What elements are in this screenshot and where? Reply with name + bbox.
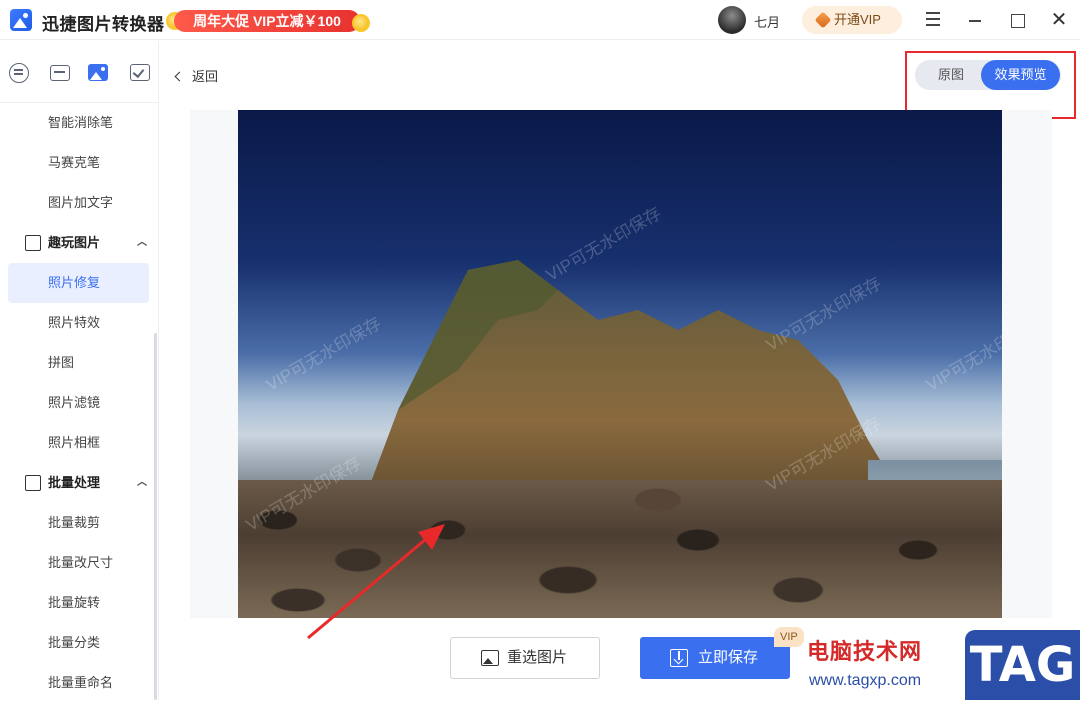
back-label: 返回 [192,69,219,84]
batch-check-icon [25,475,41,491]
app-logo-icon [10,9,32,31]
sidebar-group-batch[interactable]: 批量处理 ︿ [0,463,158,503]
sidebar-item-batch-rotate[interactable]: 批量旋转 [8,583,149,623]
minimize-icon[interactable] [963,8,987,32]
open-vip-button[interactable]: 开通VIP [802,6,902,34]
site-watermark: 电脑技术网 www.tagxp.com TAG [805,630,1080,700]
vip-badge: VIP [774,627,804,647]
image-icon [481,650,499,666]
sidebar-item-frame[interactable]: 照片相框 [8,423,149,463]
sidebar-item-add-text[interactable]: 图片加文字 [8,183,149,223]
sidebar-item-filter[interactable]: 照片滤镜 [8,383,149,423]
close-icon[interactable]: ✕ [1047,8,1071,32]
sidebar-item-eraser[interactable]: 智能消除笔 [8,103,149,143]
coin-icon [352,14,370,32]
site-name: 电脑技术网 [807,639,923,664]
sidebar-item-batch-resize[interactable]: 批量改尺寸 [8,543,149,583]
batch-icon[interactable] [130,64,150,81]
avatar[interactable] [718,6,746,34]
sidebar-item-batch-classify[interactable]: 批量分类 [8,623,149,663]
reselect-image-button[interactable]: 重选图片 [450,637,600,679]
sidebar-scrollbar[interactable] [154,333,157,700]
chevron-up-icon: ︿ [137,237,147,248]
save-label: 立即保存 [698,649,759,666]
sidebar-item-photo-effects[interactable]: 照片特效 [8,303,149,343]
promo-banner[interactable]: 周年大促 VIP立减￥100 [166,7,370,35]
compress-icon[interactable] [50,65,70,81]
image-edit-icon[interactable] [88,64,108,81]
promo-text: 周年大促 VIP立减￥100 [174,10,360,32]
menu-icon[interactable] [921,8,945,32]
vip-gem-icon [814,11,832,29]
sidebar-item-mosaic[interactable]: 马赛克笔 [8,143,149,183]
sidebar-item-batch-rename[interactable]: 批量重命名 [8,663,149,703]
sidebar-group-fun[interactable]: 趣玩图片 ︿ [0,223,158,263]
title-bar: 迅捷图片转换器 周年大促 VIP立减￥100 七月 开通VIP ✕ [0,0,1080,40]
sidebar-item-batch-crop[interactable]: 批量裁剪 [8,503,149,543]
group-label: 趣玩图片 [48,235,101,250]
sidebar-item-photo-repair[interactable]: 照片修复 [8,263,149,303]
chevron-left-icon [174,71,185,82]
fun-image-icon [25,235,41,251]
reselect-label: 重选图片 [507,649,568,666]
convert-icon[interactable] [9,63,29,83]
app-title: 迅捷图片转换器 [42,15,165,34]
watermark: VIP可无水印保存 [922,313,1002,395]
download-icon [670,649,688,667]
annotation-arrow [307,524,445,640]
username[interactable]: 七月 [754,12,780,31]
sidebar-item-collage[interactable]: 拼图 [8,343,149,383]
sidebar: 智能消除笔 马赛克笔 图片加文字 趣玩图片 ︿ 照片修复 照片特效 拼图 照片滤… [0,41,159,700]
chevron-up-icon: ︿ [137,477,147,488]
tag-logo: TAG [965,630,1080,700]
open-vip-label: 开通VIP [834,12,881,27]
group-label: 批量处理 [48,475,101,490]
maximize-icon[interactable] [1005,8,1029,32]
site-url: www.tagxp.com [809,672,922,689]
annotation-highlight-box [905,51,1076,119]
back-button[interactable]: 返回 [174,66,219,85]
sidebar-tabs [0,41,158,103]
save-now-button[interactable]: 立即保存 [640,637,790,679]
